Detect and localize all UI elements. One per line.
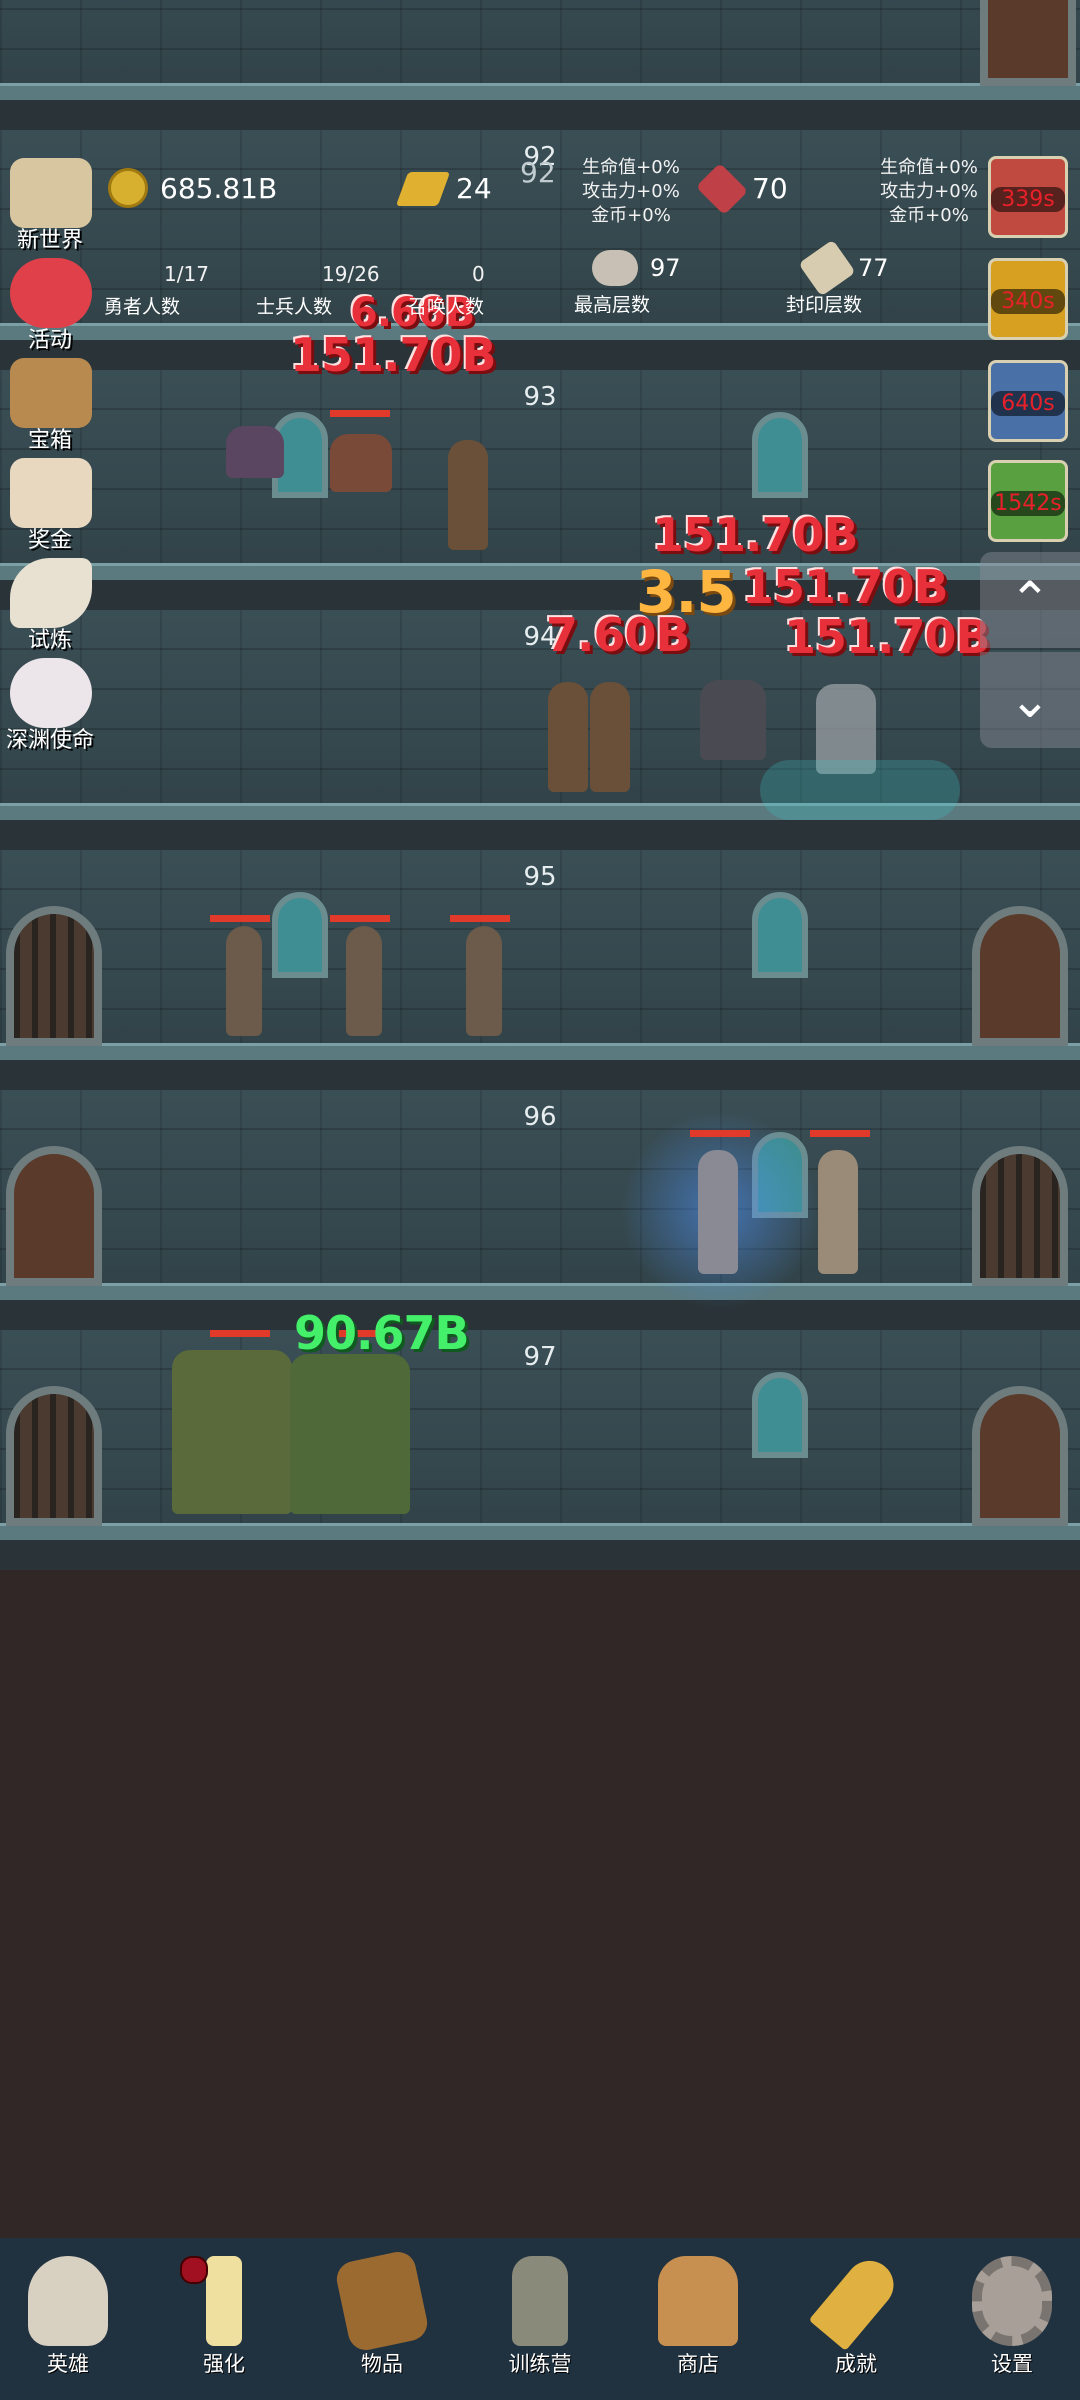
- nav-enhance[interactable]: 强化: [164, 2248, 284, 2388]
- timer-label: 640s: [991, 391, 1065, 416]
- timer-label: 339s: [991, 187, 1065, 212]
- menu-abyss-mission[interactable]: 深渊使命: [0, 658, 100, 754]
- summons-count: 0: [472, 262, 485, 286]
- timer-buff-3[interactable]: 640s: [988, 360, 1068, 442]
- map-scroll-icon: [10, 158, 92, 228]
- gold-bar-amount: 24: [456, 172, 492, 205]
- feather-icon: [10, 558, 92, 628]
- floor-97: 97: [0, 1330, 1080, 1570]
- floor-number: 95: [523, 862, 557, 892]
- menu-label: 奖金: [27, 528, 72, 553]
- soldier-character[interactable]: [590, 682, 630, 792]
- soldiers-label: 士兵人数: [256, 296, 333, 318]
- damage-number: 151.70B: [784, 610, 991, 664]
- menu-label: 深渊使命: [5, 728, 94, 753]
- timer-label: 1542s: [991, 491, 1065, 516]
- gem-amount: 70: [752, 172, 788, 205]
- key-icon: [808, 2251, 904, 2351]
- beer-mug-icon: [658, 2256, 738, 2346]
- menu-trial[interactable]: 试炼: [0, 558, 100, 654]
- floor-number: 96: [523, 1102, 557, 1132]
- current-floor: 92: [520, 156, 556, 189]
- summons-label: 召唤人数: [408, 296, 485, 318]
- damage-number: 90.67B: [294, 1306, 470, 1360]
- nav-training-camp[interactable]: 训练营: [480, 2248, 600, 2388]
- heroes-count: 1/17: [164, 262, 209, 286]
- zombie-enemy[interactable]: [466, 926, 502, 1036]
- ghost-enemy[interactable]: [700, 680, 766, 760]
- skull-icon: [28, 2256, 108, 2346]
- menu-label: 宝箱: [27, 428, 72, 453]
- nav-achievements[interactable]: 成就: [796, 2248, 916, 2388]
- floor-number: 97: [523, 1342, 557, 1372]
- nav-label: 物品: [361, 2352, 403, 2376]
- gold-amount: 685.81B: [160, 172, 278, 205]
- nav-items[interactable]: 物品: [322, 2248, 442, 2388]
- orc-enemy[interactable]: [290, 1354, 410, 1514]
- treasure-chest-icon: [10, 358, 92, 428]
- nav-label: 训练营: [508, 2352, 572, 2376]
- nav-label: 设置: [991, 2352, 1033, 2376]
- sealed-floor-label: 封印层数: [786, 294, 863, 316]
- zombie-enemy[interactable]: [346, 926, 382, 1036]
- bottom-nav: 英雄 强化 物品 训练营 商店 成就 设置: [0, 2238, 1080, 2400]
- left-bonus: 生命值+0% 攻击力+0% 金币+0%: [582, 157, 680, 226]
- menu-treasure-chest[interactable]: 宝箱: [0, 358, 100, 454]
- timer-buff-4[interactable]: 1542s: [988, 460, 1068, 542]
- bat-enemy[interactable]: [330, 434, 392, 492]
- lantern-icon: [512, 2256, 568, 2346]
- damage-number: 151.70B: [652, 508, 859, 562]
- max-floor-label: 最高层数: [574, 294, 651, 316]
- nav-label: 成就: [835, 2352, 877, 2376]
- timer-buff-1[interactable]: 339s: [988, 156, 1068, 238]
- hero-character[interactable]: [448, 440, 488, 550]
- nav-heroes[interactable]: 英雄: [8, 2248, 128, 2388]
- floor-number: 93: [523, 382, 557, 412]
- scroll-up-button[interactable]: ⌃: [980, 552, 1080, 648]
- menu-label: 活动: [27, 328, 72, 353]
- sealed-floor: 77: [858, 254, 889, 282]
- menu-events[interactable]: 活动: [0, 258, 100, 354]
- timer-label: 340s: [991, 289, 1065, 314]
- soldier-character[interactable]: [548, 682, 588, 792]
- menu-label: 新世界: [16, 228, 83, 253]
- scroll-down-button[interactable]: ⌄: [980, 652, 1080, 748]
- notification-dot: [180, 2256, 208, 2284]
- orc-enemy[interactable]: [172, 1350, 292, 1514]
- gear-icon: [972, 2256, 1052, 2346]
- menu-new-world[interactable]: 新世界: [0, 158, 100, 254]
- zombie-enemy[interactable]: [226, 926, 262, 1036]
- timer-buff-2[interactable]: 340s: [988, 258, 1068, 340]
- right-bonus: 生命值+0% 攻击力+0% 金币+0%: [880, 157, 978, 226]
- damage-number: 151.70B: [742, 560, 949, 614]
- nav-label: 强化: [203, 2352, 245, 2376]
- menu-label: 试炼: [27, 628, 72, 653]
- menu-bonus[interactable]: 奖金: [0, 458, 100, 554]
- pearl-icon: [10, 658, 92, 728]
- max-floor: 97: [650, 254, 681, 282]
- envelope-icon: [10, 458, 92, 528]
- book-icon: [333, 2248, 431, 2354]
- nav-label: 英雄: [47, 2352, 89, 2376]
- floor-96: 96: [0, 1090, 1080, 1330]
- bat-enemy[interactable]: [226, 426, 284, 478]
- nav-settings[interactable]: 设置: [952, 2248, 1072, 2388]
- damage-number: 151.70B: [290, 328, 497, 382]
- nav-label: 商店: [677, 2352, 719, 2376]
- floor-91-top: [0, 0, 1080, 130]
- heart-icon: [10, 258, 92, 328]
- floor-95: 95: [0, 850, 1080, 1090]
- damage-number: 7.60B: [546, 608, 691, 662]
- nav-shop[interactable]: 商店: [638, 2248, 758, 2388]
- candle-icon: [206, 2256, 242, 2346]
- skeleton-warrior-enemy[interactable]: [818, 1150, 858, 1274]
- stone-icon: [592, 250, 638, 286]
- skeleton-mage-enemy[interactable]: [698, 1150, 738, 1274]
- soldiers-count: 19/26: [322, 262, 380, 286]
- heroes-label: 勇者人数: [104, 296, 181, 318]
- gold-coin-icon: [108, 168, 148, 208]
